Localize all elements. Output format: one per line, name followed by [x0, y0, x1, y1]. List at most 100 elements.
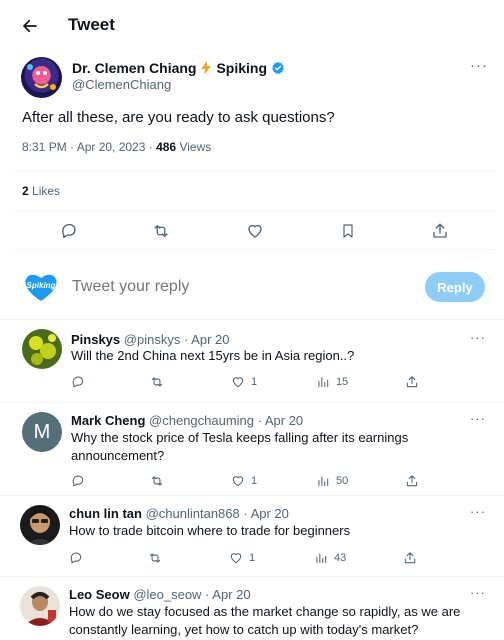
retweet-icon: [151, 476, 163, 486]
reply-header: Mark Cheng @chengchauming · Apr 20: [71, 413, 303, 428]
bookmark-icon: [343, 224, 353, 238]
reply-retweet-button[interactable]: [149, 474, 165, 488]
reply-text: How do we stay focused as the market cha…: [69, 604, 461, 637]
reply-avatar[interactable]: M: [22, 412, 62, 452]
views-chart-icon: [318, 377, 329, 388]
divider: [14, 171, 494, 172]
reply-avatar[interactable]: [20, 505, 60, 545]
verified-badge-icon: [271, 61, 285, 75]
back-button[interactable]: [14, 12, 46, 40]
reply-like-button[interactable]: 1: [229, 551, 255, 565]
view-count: 50: [336, 475, 349, 487]
reply-views-button[interactable]: 43: [314, 551, 346, 565]
reply-like-button[interactable]: 1: [231, 474, 257, 488]
share-icon: [406, 475, 418, 487]
share-icon: [404, 552, 416, 564]
reply-more-icon[interactable]: ···: [470, 585, 486, 600]
reply-views-button[interactable]: 50: [316, 474, 348, 488]
reply-comment-button[interactable]: [71, 375, 85, 389]
reply-text: Why the stock price of Tesla keeps falli…: [71, 430, 409, 463]
share-icon: [433, 223, 447, 238]
reply-share-button[interactable]: [405, 375, 419, 389]
reply-retweet-button[interactable]: [149, 375, 165, 389]
reply-more-icon[interactable]: ···: [470, 411, 486, 426]
reply-header: Leo Seow @leo_seow · Apr 20: [69, 587, 251, 602]
author-suffix: Spiking: [216, 60, 268, 76]
reply-share-button[interactable]: [403, 551, 417, 565]
tweet-text: After all these, are you ready to ask qu…: [22, 109, 335, 126]
reply-more-icon[interactable]: ···: [470, 504, 486, 519]
bookmark-action-button[interactable]: [336, 219, 360, 243]
reply-comment-button[interactable]: [71, 474, 85, 488]
reply-handle[interactable]: @chengchauming · Apr 20: [149, 413, 303, 428]
my-avatar: Spiking: [24, 272, 58, 302]
page-title: Tweet: [68, 15, 115, 34]
views-label: Views: [176, 140, 212, 154]
reply-views-button[interactable]: 15: [316, 375, 348, 389]
reply-item[interactable]: Leo Seow @leo_seow · Apr 20 How do we st…: [0, 577, 504, 640]
more-options-icon[interactable]: ···: [470, 57, 488, 74]
author-display-name: Dr. Clemen Chiang: [72, 60, 197, 76]
retweet-icon: [149, 553, 161, 563]
comment-icon: [62, 223, 76, 239]
reply-like-button[interactable]: 1: [231, 375, 257, 389]
like-count: 1: [251, 376, 258, 388]
heart-icon: [230, 553, 242, 564]
arrow-left-icon: [23, 19, 37, 33]
likes-label: Likes: [28, 184, 61, 198]
reply-text: Will the 2nd China next 15yrs be in Asia…: [71, 348, 355, 363]
reply-item[interactable]: Pinskys @pinskys · Apr 20 Will the 2nd C…: [0, 320, 504, 402]
heart-icon: [248, 224, 262, 238]
heart-icon: [232, 377, 244, 388]
reply-more-icon[interactable]: ···: [470, 330, 486, 345]
reply-text: How to trade bitcoin where to trade for …: [69, 523, 351, 538]
reply-header: chun lin tan @chunlintan868 · Apr 20: [69, 506, 289, 521]
divider: [14, 211, 494, 212]
reply-comment-button[interactable]: [69, 551, 83, 565]
reply-handle[interactable]: @pinskys · Apr 20: [124, 332, 230, 347]
reply-avatar[interactable]: [22, 329, 62, 369]
view-count: 15: [336, 376, 349, 388]
like-count: 1: [249, 552, 256, 564]
reply-name[interactable]: chun lin tan: [69, 506, 142, 521]
heart-icon: [232, 476, 244, 487]
like-action-button[interactable]: [243, 219, 267, 243]
reply-item[interactable]: M Mark Cheng @chengchauming · Apr 20 Why…: [0, 403, 504, 495]
views-chart-icon: [316, 553, 327, 564]
comment-icon: [70, 552, 82, 564]
reply-avatar[interactable]: [20, 586, 60, 626]
view-count: 43: [334, 552, 347, 564]
reply-item[interactable]: chun lin tan @chunlintan868 · Apr 20 How…: [0, 496, 504, 576]
reply-input[interactable]: [72, 278, 392, 296]
views-count: 486: [156, 140, 177, 154]
reply-retweet-button[interactable]: [147, 551, 163, 565]
my-avatar-text: Spiking: [27, 281, 56, 290]
reply-share-button[interactable]: [405, 474, 419, 488]
author-handle[interactable]: @ClemenChiang: [72, 77, 171, 92]
reply-handle[interactable]: @leo_seow · Apr 20: [133, 587, 250, 602]
likes-count: 2: [22, 184, 29, 198]
views-chart-icon: [318, 476, 329, 487]
lightning-icon: [200, 61, 212, 75]
tweet-meta: 8:31 PM · Apr 20, 2023 · 486 Views: [22, 140, 211, 154]
reply-button[interactable]: Reply: [425, 272, 485, 302]
reply-action-button[interactable]: [57, 219, 81, 243]
divider: [14, 249, 494, 250]
tweet-timestamp[interactable]: 8:31 PM · Apr 20, 2023 ·: [22, 140, 156, 154]
reply-handle[interactable]: @chunlintan868 · Apr 20: [146, 506, 289, 521]
likes-link[interactable]: 2 Likes: [22, 184, 60, 198]
reply-header: Pinskys @pinskys · Apr 20: [71, 332, 229, 347]
reply-name[interactable]: Pinskys: [71, 332, 120, 347]
comment-icon: [72, 475, 84, 487]
reply-name[interactable]: Leo Seow: [69, 587, 130, 602]
like-count: 1: [251, 475, 258, 487]
retweet-icon: [151, 377, 163, 387]
retweet-action-button[interactable]: [149, 219, 173, 243]
comment-icon: [72, 376, 84, 388]
author-avatar[interactable]: [21, 57, 62, 98]
reply-name[interactable]: Mark Cheng: [71, 413, 145, 428]
retweet-icon: [154, 225, 168, 237]
author-name[interactable]: Dr. Clemen Chiang Spiking: [72, 60, 285, 76]
share-action-button[interactable]: [428, 219, 452, 243]
share-icon: [406, 376, 418, 388]
